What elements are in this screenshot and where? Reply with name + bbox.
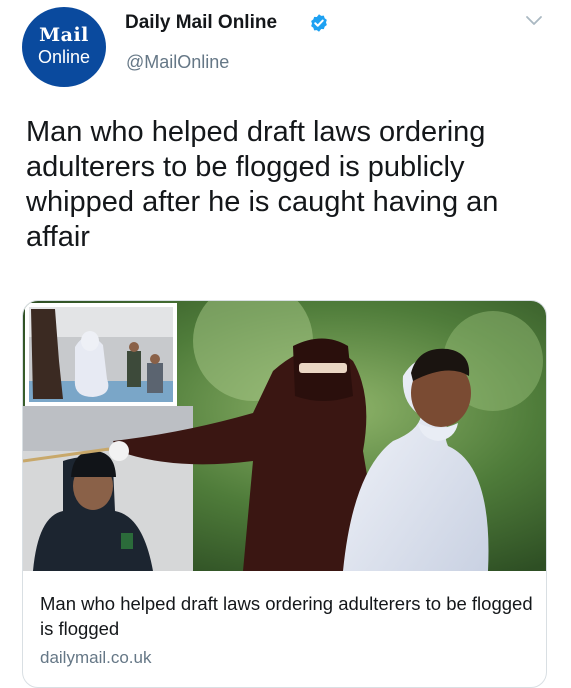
verified-badge-icon	[311, 14, 327, 32]
link-card-title[interactable]: Man who helped draft laws ordering adult…	[40, 591, 535, 641]
avatar-logo-line2: Online	[37, 47, 91, 67]
link-card-domain[interactable]: dailymail.co.uk	[40, 648, 152, 668]
chevron-down-icon[interactable]	[524, 14, 544, 28]
avatar[interactable]: Mail Online	[22, 7, 106, 87]
avatar-logo-line1: Mail	[39, 24, 89, 46]
link-card-image	[23, 301, 546, 571]
link-card[interactable]: Man who helped draft laws ordering adult…	[22, 300, 547, 688]
display-name[interactable]: Daily Mail Online	[125, 12, 277, 34]
handle[interactable]: @MailOnline	[126, 52, 229, 73]
tweet-text: Man who helped draft laws ordering adult…	[26, 116, 499, 253]
